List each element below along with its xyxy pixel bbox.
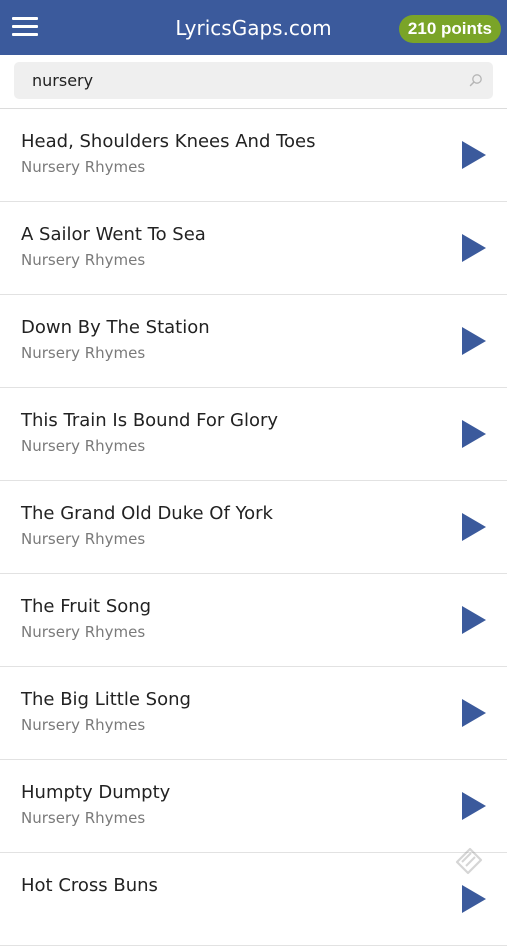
song-category: Nursery Rhymes xyxy=(21,716,146,734)
song-title: Humpty Dumpty xyxy=(21,782,171,803)
song-category: Nursery Rhymes xyxy=(21,158,146,176)
song-category: Nursery Rhymes xyxy=(21,251,146,269)
song-title: The Grand Old Duke Of York xyxy=(21,503,273,524)
song-category: Nursery Rhymes xyxy=(21,344,146,362)
song-title: Hot Cross Buns xyxy=(21,875,158,896)
song-title: Head, Shoulders Knees And Toes xyxy=(21,131,316,152)
points-badge[interactable]: 210 points xyxy=(398,15,501,43)
song-list: Head, Shoulders Knees And Toes Nursery Rh… xyxy=(0,109,507,946)
search-icon[interactable] xyxy=(469,73,483,87)
song-title: Down By The Station xyxy=(21,317,210,338)
play-icon[interactable] xyxy=(461,233,487,263)
song-row[interactable]: This Train Is Bound For Glory Nursery Rhy… xyxy=(0,388,507,481)
song-row[interactable]: The Fruit Song Nursery Rhymes xyxy=(0,574,507,667)
play-icon[interactable] xyxy=(461,791,487,821)
song-category: Nursery Rhymes xyxy=(21,809,146,827)
play-icon[interactable] xyxy=(461,884,487,914)
song-row[interactable]: Humpty Dumpty Nursery Rhymes xyxy=(0,760,507,853)
play-icon[interactable] xyxy=(461,326,487,356)
song-row[interactable]: The Grand Old Duke Of York Nursery Rhymes xyxy=(0,481,507,574)
play-icon[interactable] xyxy=(461,698,487,728)
song-category: Nursery Rhymes xyxy=(21,623,146,641)
song-row[interactable]: Down By The Station Nursery Rhymes xyxy=(0,295,507,388)
play-icon[interactable] xyxy=(461,140,487,170)
song-row[interactable]: A Sailor Went To Sea Nursery Rhymes xyxy=(0,202,507,295)
edit-icon[interactable] xyxy=(451,845,485,875)
song-title: The Big Little Song xyxy=(21,689,191,710)
app-header: LyricsGaps.com 210 points xyxy=(0,0,507,55)
song-title: A Sailor Went To Sea xyxy=(21,224,206,245)
song-row[interactable]: The Big Little Song Nursery Rhymes xyxy=(0,667,507,760)
song-title: The Fruit Song xyxy=(21,596,152,617)
search-box xyxy=(14,62,493,99)
search-bar xyxy=(0,55,507,109)
play-icon[interactable] xyxy=(461,605,487,635)
play-icon[interactable] xyxy=(461,512,487,542)
play-icon[interactable] xyxy=(461,419,487,449)
search-input[interactable] xyxy=(32,62,452,99)
song-category: Nursery Rhymes xyxy=(21,530,146,548)
song-title: This Train Is Bound For Glory xyxy=(21,410,279,431)
song-category: Nursery Rhymes xyxy=(21,437,146,455)
song-row[interactable]: Head, Shoulders Knees And Toes Nursery Rh… xyxy=(0,109,507,202)
